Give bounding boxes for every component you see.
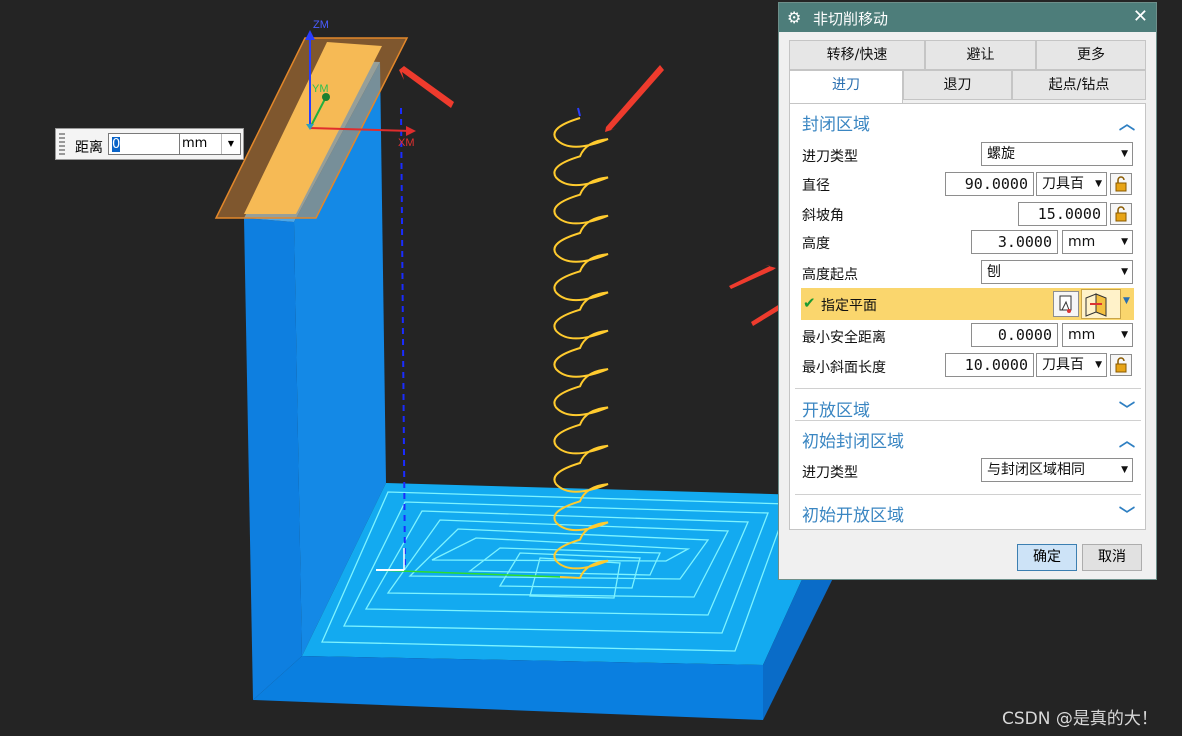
height-start-value: 刨 <box>987 264 1001 280</box>
chevron-down-icon[interactable]: ﹀ <box>1119 501 1135 525</box>
height-start-label: 高度起点 <box>802 267 858 283</box>
distance-input-box: 距离 0 mm ▼ <box>55 128 244 160</box>
height-unit-select[interactable]: mm ▼ <box>1062 230 1133 254</box>
chevron-up-icon[interactable]: ︿ <box>1119 110 1135 134</box>
tab-transfer-rapid[interactable]: 转移/快速 <box>789 40 925 70</box>
tab-avoidance[interactable]: 避让 <box>925 40 1036 70</box>
wcs-x-arrow <box>406 126 416 136</box>
min-clearance-label: 最小安全距离 <box>802 330 886 346</box>
chevron-down-icon: ▼ <box>1095 360 1102 370</box>
cancel-button[interactable]: 取消 <box>1082 544 1142 571</box>
min-clearance-input[interactable]: 0.0000 <box>971 323 1058 347</box>
engage-panel: 封闭区域 ︿ 进刀类型 螺旋 ▼ 直径 90.0000 刀具百 ▼ 斜坡角 15… <box>789 103 1146 530</box>
tab-engage[interactable]: 进刀 <box>789 70 903 103</box>
tab-row-2: 进刀 退刀 起点/钻点 <box>789 70 1146 103</box>
divider <box>795 494 1141 495</box>
inferred-plane-icon[interactable] <box>1081 289 1121 319</box>
divider <box>795 388 1141 389</box>
chevron-down-icon: ▼ <box>1095 179 1102 189</box>
dialog-titlebar[interactable]: ⚙ 非切削移动 ✕ <box>779 3 1156 32</box>
chevron-down-icon: ▼ <box>1121 149 1128 159</box>
chevron-up-icon[interactable]: ︿ <box>1119 427 1135 451</box>
chevron-down-icon: ▼ <box>1121 465 1128 475</box>
min-clearance-unit-value: mm <box>1068 327 1096 343</box>
specify-plane-label: 指定平面 <box>821 298 877 314</box>
min-ramp-length-input[interactable]: 10.0000 <box>945 353 1034 377</box>
ramp-angle-input[interactable]: 15.0000 <box>1018 202 1107 226</box>
chevron-down-icon[interactable]: ﹀ <box>1119 396 1135 420</box>
section-initial-closed-area[interactable]: 初始封闭区域 <box>802 427 904 452</box>
tab-start-drill-points[interactable]: 起点/钻点 <box>1012 70 1146 100</box>
specify-plane-row[interactable]: ✔ 指定平面 ▼ <box>801 288 1134 320</box>
section-closed-area[interactable]: 封闭区域 <box>802 110 870 135</box>
initial-engage-type-value: 与封闭区域相同 <box>987 462 1085 478</box>
min-ramp-length-unit-value: 刀具百 <box>1042 357 1084 373</box>
engage-type-value: 螺旋 <box>987 146 1015 162</box>
chevron-down-icon: ▼ <box>1121 237 1128 247</box>
ok-button[interactable]: 确定 <box>1017 544 1077 571</box>
divider <box>795 420 1141 421</box>
gear-icon: ⚙ <box>787 8 802 27</box>
min-ramp-length-label: 最小斜面长度 <box>802 360 886 376</box>
base-top-face <box>302 483 840 665</box>
lock-icon[interactable] <box>1110 354 1132 376</box>
min-ramp-length-unit-select[interactable]: 刀具百 ▼ <box>1036 353 1107 377</box>
section-initial-open-area[interactable]: 初始开放区域 <box>802 501 904 526</box>
ramp-angle-label: 斜坡角 <box>802 208 844 224</box>
watermark-text: CSDN @是真的大！ <box>1002 709 1158 729</box>
min-clearance-unit-select[interactable]: mm ▼ <box>1062 323 1133 347</box>
tab-row-1: 转移/快速 避让 更多 <box>789 40 1146 70</box>
axis-label-z: ZM <box>313 19 329 31</box>
distance-value: 0 <box>112 137 121 152</box>
annotation-arrows <box>399 65 789 326</box>
close-icon[interactable]: ✕ <box>1133 6 1148 27</box>
height-start-select[interactable]: 刨 ▼ <box>981 260 1133 284</box>
base-front-face <box>253 656 763 720</box>
height-unit-value: mm <box>1068 234 1096 250</box>
plane-dialog-icon[interactable] <box>1053 291 1079 317</box>
annotation-arrow-height-start <box>729 265 776 289</box>
drag-handle-icon[interactable] <box>59 133 65 155</box>
height-label: 高度 <box>802 236 830 252</box>
non-cutting-moves-dialog: ⚙ 非切削移动 ✕ 转移/快速 避让 更多 进刀 退刀 起点/钻点 封闭区域 ︿… <box>778 2 1157 580</box>
section-open-area[interactable]: 开放区域 <box>802 396 870 421</box>
chevron-down-icon: ▼ <box>1121 330 1128 340</box>
chevron-down-icon: ▼ <box>221 134 240 154</box>
distance-unit-value: mm <box>182 136 208 151</box>
initial-engage-type-select[interactable]: 与封闭区域相同 ▼ <box>981 458 1133 482</box>
chevron-down-icon: ▼ <box>1121 267 1128 277</box>
dialog-title: 非切削移动 <box>813 10 889 28</box>
chevron-down-icon[interactable]: ▼ <box>1123 296 1130 306</box>
lock-icon[interactable] <box>1110 173 1132 195</box>
distance-input[interactable]: 0 <box>108 133 180 155</box>
wall-front-face <box>244 218 302 700</box>
tab-retract[interactable]: 退刀 <box>903 70 1012 100</box>
distance-label: 距离 <box>75 140 103 156</box>
axis-label-y: YM <box>312 83 329 95</box>
lock-icon[interactable] <box>1110 203 1132 225</box>
diameter-unit-value: 刀具百 <box>1042 176 1084 192</box>
tab-more[interactable]: 更多 <box>1036 40 1146 70</box>
axis-label-x: XM <box>398 137 415 149</box>
annotation-arrow-helix <box>605 65 664 132</box>
diameter-input[interactable]: 90.0000 <box>945 172 1034 196</box>
wcs-z-arrow <box>305 30 315 40</box>
annotation-arrow-plane <box>399 66 454 108</box>
engage-type-label: 进刀类型 <box>802 149 858 165</box>
height-input[interactable]: 3.0000 <box>971 230 1058 254</box>
distance-unit-select[interactable]: mm ▼ <box>179 133 241 155</box>
initial-engage-type-label: 进刀类型 <box>802 465 858 481</box>
helix-top-tick <box>577 107 581 117</box>
diameter-label: 直径 <box>802 178 830 194</box>
diameter-unit-select[interactable]: 刀具百 ▼ <box>1036 172 1107 196</box>
engage-type-select[interactable]: 螺旋 ▼ <box>981 142 1133 166</box>
checkmark-icon: ✔ <box>803 294 816 312</box>
